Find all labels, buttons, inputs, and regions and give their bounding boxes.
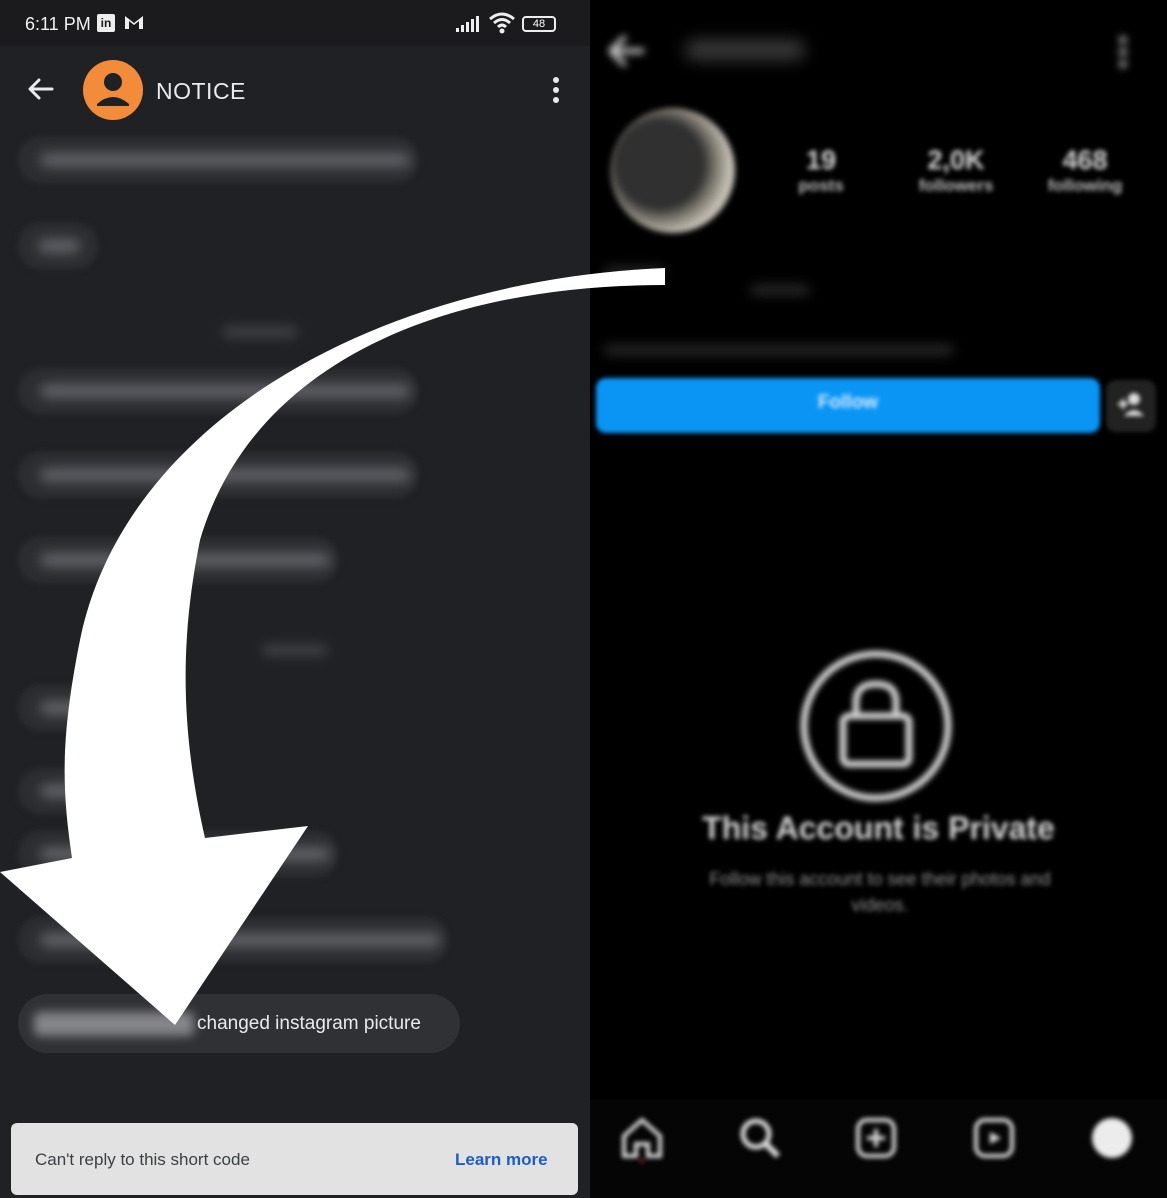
- blurred-bio: [750, 286, 810, 294]
- linkedin-icon: in: [97, 14, 115, 32]
- follow-label: Follow: [817, 392, 879, 413]
- person-icon: [97, 73, 129, 106]
- stat-number: 468: [1062, 145, 1108, 175]
- blurred-timestamp: [262, 645, 328, 655]
- back-arrow-icon[interactable]: [600, 28, 650, 74]
- profile-picture[interactable]: [610, 108, 735, 233]
- blurred-text: [40, 933, 440, 947]
- private-account-title: This Account is Private: [702, 810, 1055, 846]
- more-options-icon[interactable]: [546, 74, 566, 106]
- signal-icon: [456, 16, 482, 37]
- blurred-text: [40, 847, 330, 861]
- stat-number: 19: [805, 145, 837, 175]
- reels-icon[interactable]: [970, 1114, 1018, 1162]
- latest-message-text: changed instagram picture: [197, 1013, 421, 1034]
- reply-disabled-bar: Can't reply to this short code Learn mor…: [11, 1123, 578, 1195]
- search-icon[interactable]: [736, 1114, 784, 1162]
- blurred-text: [40, 153, 410, 167]
- status-time: 6:11 PM: [25, 14, 91, 34]
- blurred-text: [40, 701, 140, 715]
- blurred-bio: [604, 346, 954, 354]
- status-bar: 6:11 PM in 48: [0, 0, 590, 46]
- stat-following[interactable]: 468 following: [1040, 145, 1130, 196]
- reply-disabled-text: Can't reply to this short code: [35, 1150, 250, 1169]
- stat-posts[interactable]: 19 posts: [786, 145, 856, 196]
- more-options-icon[interactable]: [1115, 34, 1131, 70]
- wifi-icon: [488, 12, 516, 39]
- blurred-bio: [604, 268, 664, 276]
- private-account-subtitle: Follow this account to see their photos …: [709, 869, 1051, 915]
- messages-panel: 6:11 PM in 48 NOTICE changed instagram p…: [0, 0, 590, 1198]
- stat-label: followers: [918, 176, 994, 195]
- blurred-text: [38, 239, 80, 253]
- new-post-icon[interactable]: [852, 1114, 900, 1162]
- blurred-text: [40, 553, 330, 567]
- stat-label: following: [1047, 176, 1123, 195]
- lock-icon: [798, 648, 954, 804]
- learn-more-link[interactable]: Learn more: [455, 1150, 548, 1170]
- redacted-username: [685, 40, 805, 60]
- profile-tab-icon[interactable]: [1088, 1114, 1136, 1162]
- stat-followers[interactable]: 2,0K followers: [906, 145, 1006, 196]
- display-name: [602, 238, 608, 261]
- conversation-title: NOTICE: [156, 78, 246, 104]
- add-person-icon: [1116, 388, 1146, 422]
- blurred-text: [40, 784, 140, 798]
- back-arrow-icon[interactable]: [24, 72, 58, 106]
- blurred-text: [40, 384, 410, 398]
- stat-number: 2,0K: [927, 145, 985, 175]
- blurred-timestamp: [222, 327, 298, 337]
- instagram-panel: 19 posts 2,0K followers 468 following Fo…: [590, 0, 1167, 1198]
- gmail-icon: [124, 14, 144, 30]
- stat-label: posts: [798, 176, 844, 195]
- contact-avatar[interactable]: [83, 60, 143, 120]
- battery-icon: 48: [522, 16, 556, 32]
- blurred-text: [40, 468, 410, 482]
- redacted-name: [34, 1012, 194, 1036]
- home-icon[interactable]: [618, 1114, 666, 1163]
